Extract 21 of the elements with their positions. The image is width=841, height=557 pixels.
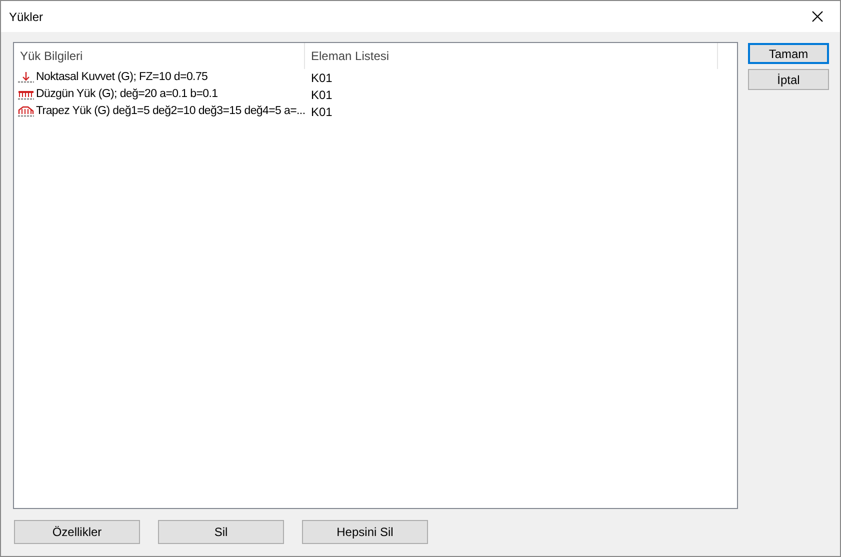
load-info: Trapez Yük (G) değ1=5 değ2=10 değ3=15 değ4=5 a=... <box>36 104 305 119</box>
element-list: K01 <box>305 68 332 86</box>
element-list: K01 <box>305 102 332 120</box>
load-row[interactable]: Düzgün Yük (G); değ=20 a=0.1 b=0.1 K01 <box>14 86 737 103</box>
element-list: K01 <box>305 86 332 104</box>
action-button[interactable]: Sil <box>158 520 284 544</box>
action-button[interactable]: Özellikler <box>14 520 140 544</box>
trapezoid-load-icon <box>18 106 34 118</box>
point-load-icon <box>18 72 34 84</box>
load-row[interactable]: Noktasal Kuvvet (G); FZ=10 d=0.75 K01 <box>14 69 737 86</box>
load-info: Noktasal Kuvvet (G); FZ=10 d=0.75 <box>36 70 208 85</box>
dialog-button[interactable]: İptal <box>748 69 829 90</box>
action-button[interactable]: Hepsini Sil <box>302 520 428 544</box>
uniform-load-icon <box>18 88 34 100</box>
window-title: Yükler <box>9 8 44 26</box>
column-header[interactable]: Eleman Listesi <box>305 43 718 69</box>
load-row[interactable]: Trapez Yük (G) değ1=5 değ2=10 değ3=15 değ4=5 a=... K01 <box>14 103 737 120</box>
load-info: Düzgün Yük (G); değ=20 a=0.1 b=0.1 <box>36 86 218 102</box>
close-icon <box>812 11 822 22</box>
dialog-button[interactable]: Tamam <box>748 43 829 64</box>
column-header[interactable]: Yük Bilgileri <box>14 43 305 69</box>
